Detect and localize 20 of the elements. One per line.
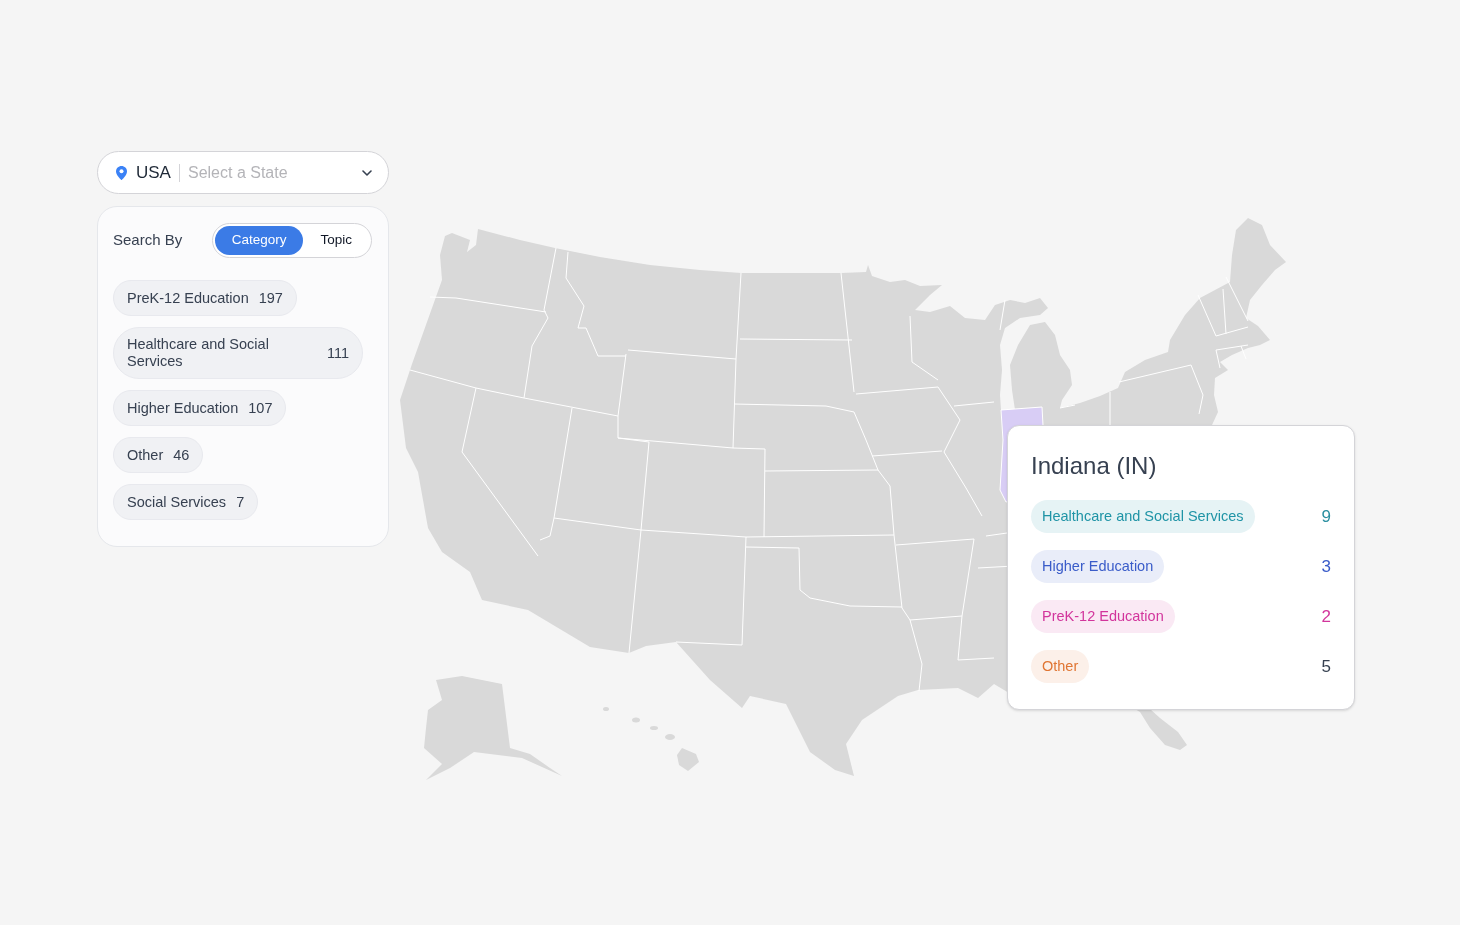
category-chip[interactable]: Social Services 7 <box>113 484 259 520</box>
category-chip[interactable]: Healthcare and Social Services 111 <box>113 327 363 379</box>
tooltip-title: Indiana (IN) <box>1031 452 1158 480</box>
category-tag: Healthcare and Social Services <box>1031 500 1255 533</box>
map-pin-icon <box>116 165 127 180</box>
chevron-down-icon <box>362 169 372 176</box>
search-by-label: Search By <box>113 230 183 251</box>
category-chip[interactable]: PreK-12 Education 197 <box>113 280 297 316</box>
category-chip[interactable]: Higher Education 107 <box>113 390 287 426</box>
category-tag: PreK-12 Education <box>1031 600 1175 633</box>
count-text: 9 <box>1321 505 1331 528</box>
category-chip[interactable]: Other 46 <box>113 437 204 473</box>
segment-button[interactable]: Topic <box>303 226 369 255</box>
state-select[interactable]: USA Select a State <box>97 151 389 194</box>
category-tag: Other <box>1031 650 1090 683</box>
count-text: 3 <box>1321 555 1331 578</box>
segment-button[interactable]: Category <box>214 226 304 255</box>
count-text: 5 <box>1321 655 1331 678</box>
count-text: 2 <box>1321 605 1331 628</box>
category-tag: Higher Education <box>1031 550 1165 583</box>
